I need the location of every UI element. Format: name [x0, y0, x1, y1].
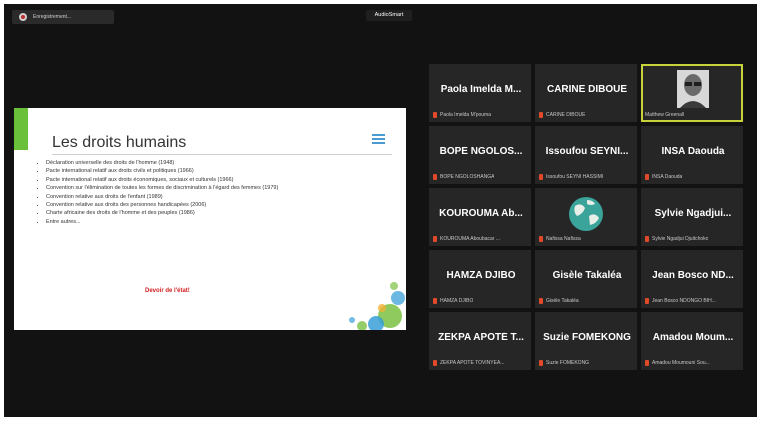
mic-muted-icon [433, 235, 437, 242]
participant-tile[interactable]: Issoufou SEYNI... Issoufou SEYNI HASSIMI [535, 126, 637, 184]
slide-bullet: Pacte international relatif aux droits c… [46, 168, 346, 175]
participant-name: ZEKPA APOTÉ T... [438, 332, 524, 343]
recording-indicator[interactable]: Enregistrement... [12, 10, 114, 24]
mic-muted-icon [645, 235, 649, 242]
mic-muted-icon [645, 297, 649, 304]
mic-muted-icon [539, 359, 543, 366]
mic-muted-icon [539, 235, 543, 242]
participant-caption: Issoufou SEYNI HASSIMI [546, 173, 604, 180]
participant-caption: HAMZA DJIBO [440, 297, 474, 304]
participant-caption: CARINE DIBOUE [546, 111, 586, 118]
participant-name: Sylvie Ngadjui... [654, 208, 732, 219]
participant-caption: BOPE NGOLOSHANGA [440, 173, 495, 180]
mic-muted-icon [433, 359, 437, 366]
participant-avatar-globe [569, 197, 603, 231]
hamburger-menu-icon [372, 134, 385, 146]
participant-caption: Sylvie Ngadjui Djuitchoko [652, 235, 709, 242]
participant-tile[interactable]: INSA Daouda INSA Daouda [641, 126, 743, 184]
slide-accent-bar [14, 108, 28, 150]
slide-bullet: Charte africaine des droits de l'homme e… [46, 210, 346, 217]
participant-name: Gisèle Takaléa [552, 270, 622, 281]
slide-bullet: Pacte international relatif aux droits é… [46, 177, 346, 184]
slide-bullet: Convention sur l'élimination de toutes l… [46, 185, 346, 192]
participant-name: Amadou Moum... [652, 332, 734, 343]
participant-tile-active-speaker[interactable]: Matthew Greenall [641, 64, 743, 122]
participant-tile[interactable]: CARINE DIBOUE CARINE DIBOUE [535, 64, 637, 122]
mic-muted-icon [645, 173, 649, 180]
participant-name: INSA Daouda [661, 146, 725, 157]
slide-bullet-list: Déclaration universelle des droits de l'… [36, 160, 346, 227]
shared-slide: Les droits humains Déclaration universel… [14, 108, 406, 330]
mic-muted-icon [433, 297, 437, 304]
participant-tile[interactable]: Jean Bosco ND... Jean Bosco NDONGO BIH..… [641, 250, 743, 308]
participant-tile[interactable]: BOPE NGOLOS... BOPE NGOLOSHANGA [429, 126, 531, 184]
participant-caption: Nafissa Nafissa [546, 235, 581, 242]
participant-video [677, 70, 709, 108]
participant-tile[interactable]: KOUROUMA Ab... KOUROUMA Aboubacar ... [429, 188, 531, 246]
record-icon [19, 13, 27, 21]
participant-tile[interactable]: Gisèle Takaléa Gisèle Takaléa [535, 250, 637, 308]
participant-tile[interactable]: Amadou Moum... Amadou Moumouni Sou... [641, 312, 743, 370]
slide-bullet: Convention relative aux droits de l'enfa… [46, 194, 346, 201]
participant-caption: Jean Bosco NDONGO BIH... [652, 297, 716, 304]
slide-callout: Devoir de l'état! [145, 288, 190, 294]
participant-tile[interactable]: Suzie FOMEKONG Suzie FOMEKONG [535, 312, 637, 370]
participant-caption: INSA Daouda [652, 173, 683, 180]
participant-tile[interactable]: Sylvie Ngadjui... Sylvie Ngadjui Djuitch… [641, 188, 743, 246]
participant-caption: ZEKPA APOTÉ TOVINYÉA... [440, 359, 505, 366]
participant-caption: Paola Imelda M'pouma [440, 111, 491, 118]
participant-name: Jean Bosco ND... [652, 270, 734, 281]
mic-muted-icon [645, 359, 649, 366]
participant-name: BOPE NGOLOS... [439, 146, 523, 157]
slide-bullet: Entre autres... [46, 219, 346, 226]
mic-muted-icon [539, 111, 543, 118]
mic-muted-icon [539, 173, 543, 180]
participant-tile[interactable]: Nafissa Nafissa [535, 188, 637, 246]
participant-tile[interactable]: ZEKPA APOTÉ T... ZEKPA APOTÉ TOVINYÉA... [429, 312, 531, 370]
slide-bullet: Convention relative aux droits des perso… [46, 202, 346, 209]
participant-caption: KOUROUMA Aboubacar ... [440, 235, 501, 242]
participant-name: Suzie FOMEKONG [543, 332, 631, 343]
participant-name: Paola Imelda M... [440, 84, 522, 95]
participant-grid: Paola Imelda M... Paola Imelda M'pouma C… [429, 64, 751, 384]
mic-muted-icon [433, 173, 437, 180]
participant-name: Issoufou SEYNI... [545, 146, 629, 157]
bottom-bar [4, 409, 757, 417]
participant-name: CARINE DIBOUE [546, 84, 627, 95]
window-title: AudioSmart [366, 10, 412, 21]
slide-title-rule [52, 154, 392, 155]
participant-caption: Gisèle Takaléa [546, 297, 579, 304]
recording-label: Enregistrement... [33, 14, 72, 20]
participant-name: KOUROUMA Ab... [439, 208, 523, 219]
participant-name: HAMZA DJIBO [446, 270, 516, 281]
mic-muted-icon [539, 297, 543, 304]
participant-caption: Matthew Greenall [645, 111, 685, 118]
participant-tile[interactable]: HAMZA DJIBO HAMZA DJIBO [429, 250, 531, 308]
mic-muted-icon [433, 111, 437, 118]
paint-splash-graphic [349, 282, 405, 330]
meeting-window: Enregistrement... AudioSmart Les droits … [4, 4, 757, 417]
participant-caption: Suzie FOMEKONG [546, 359, 590, 366]
participant-tile[interactable]: Paola Imelda M... Paola Imelda M'pouma [429, 64, 531, 122]
participant-caption: Amadou Moumouni Sou... [652, 359, 710, 366]
slide-bullet: Déclaration universelle des droits de l'… [46, 160, 346, 167]
slide-title: Les droits humains [52, 134, 187, 151]
